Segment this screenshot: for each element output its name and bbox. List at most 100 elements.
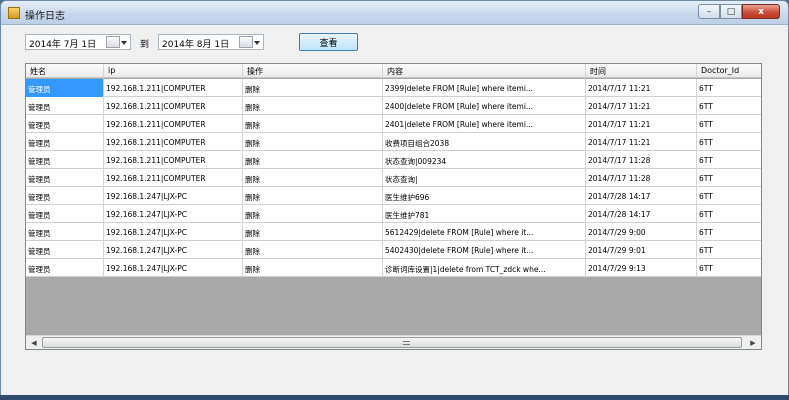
cell-content[interactable]: 收费项目组合2038 [383, 133, 586, 151]
cell-time[interactable]: 2014/7/29 9:13 [586, 259, 697, 277]
cell-ip[interactable]: 192.168.1.211|COMPUTER [104, 79, 243, 97]
cell-name[interactable]: 管理员 [26, 223, 104, 241]
cell-time[interactable]: 2014/7/17 11:28 [586, 151, 697, 169]
calendar-icon[interactable] [239, 36, 253, 48]
cell-ip[interactable]: 192.168.1.247|LJX-PC [104, 205, 243, 223]
title-bar[interactable]: 操作日志 – □ x [1, 1, 788, 25]
cell-doctor-id[interactable]: 6TT [697, 241, 761, 259]
cell-content[interactable]: 状态查询| [383, 169, 586, 187]
table-row[interactable]: 管理员 192.168.1.247|LJX-PC 删除 5402430|dele… [26, 241, 761, 259]
start-date-picker[interactable]: 2014年 7月 1日 [25, 34, 131, 50]
cell-content[interactable]: 诊断词库设置|1|delete from TCT_zdck whe... [383, 259, 586, 277]
cell-name[interactable]: 管理员 [26, 241, 104, 259]
cell-doctor-id[interactable]: 6TT [697, 133, 761, 151]
cell-doctor-id[interactable]: 6TT [697, 79, 761, 97]
cell-operation[interactable]: 删除 [243, 151, 383, 169]
scroll-left-icon[interactable]: ◀ [27, 336, 41, 349]
table-row[interactable]: 管理员 192.168.1.247|LJX-PC 删除 5612429|dele… [26, 223, 761, 241]
column-header-operation[interactable]: 操作 [243, 64, 383, 78]
cell-operation[interactable]: 删除 [243, 169, 383, 187]
cell-content[interactable]: 2400|delete FROM [Rule] where itemi... [383, 97, 586, 115]
cell-name[interactable]: 管理员 [26, 151, 104, 169]
table-row[interactable]: 管理员 192.168.1.247|LJX-PC 删除 诊断词库设置|1|del… [26, 259, 761, 277]
cell-ip[interactable]: 192.168.1.247|LJX-PC [104, 241, 243, 259]
cell-operation[interactable]: 删除 [243, 187, 383, 205]
cell-ip[interactable]: 192.168.1.247|LJX-PC [104, 187, 243, 205]
minimize-button[interactable]: – [698, 4, 720, 19]
column-header-name[interactable]: 姓名 [26, 64, 104, 78]
query-button[interactable]: 查看 [299, 33, 358, 51]
table-row[interactable]: 管理员 192.168.1.211|COMPUTER 删除 2401|delet… [26, 115, 761, 133]
cell-name[interactable]: 管理员 [26, 115, 104, 133]
table-row[interactable]: 管理员 192.168.1.211|COMPUTER 删除 收费项目组合2038… [26, 133, 761, 151]
chevron-down-icon[interactable] [254, 41, 260, 45]
cell-time[interactable]: 2014/7/28 14:17 [586, 187, 697, 205]
cell-name[interactable]: 管理员 [26, 169, 104, 187]
table-row[interactable]: 管理员 192.168.1.211|COMPUTER 删除 2400|delet… [26, 97, 761, 115]
chevron-down-icon[interactable] [121, 41, 127, 45]
cell-operation[interactable]: 删除 [243, 205, 383, 223]
cell-ip[interactable]: 192.168.1.211|COMPUTER [104, 151, 243, 169]
cell-ip[interactable]: 192.168.1.211|COMPUTER [104, 115, 243, 133]
cell-doctor-id[interactable]: 6TT [697, 223, 761, 241]
cell-ip[interactable]: 192.168.1.247|LJX-PC [104, 223, 243, 241]
cell-ip[interactable]: 192.168.1.247|LJX-PC [104, 259, 243, 277]
cell-operation[interactable]: 删除 [243, 97, 383, 115]
cell-name[interactable]: 管理员 [26, 133, 104, 151]
cell-operation[interactable]: 删除 [243, 241, 383, 259]
calendar-icon[interactable] [106, 36, 120, 48]
column-header-content[interactable]: 内容 [383, 64, 586, 78]
table-row[interactable]: 管理员 192.168.1.247|LJX-PC 删除 医生维护696 2014… [26, 187, 761, 205]
column-header-ip[interactable]: ip [104, 64, 243, 78]
cell-ip[interactable]: 192.168.1.211|COMPUTER [104, 133, 243, 151]
operation-log-window: 操作日志 – □ x 2014年 7月 1日 到 2014年 8月 1日 查看 … [0, 0, 789, 400]
cell-time[interactable]: 2014/7/28 14:17 [586, 205, 697, 223]
cell-content[interactable]: 5402430|delete FROM [Rule] where it... [383, 241, 586, 259]
cell-doctor-id[interactable]: 6TT [697, 151, 761, 169]
cell-doctor-id[interactable]: 6TT [697, 169, 761, 187]
table-row[interactable]: 管理员 192.168.1.211|COMPUTER 删除 2399|delet… [26, 79, 761, 97]
cell-time[interactable]: 2014/7/29 9:01 [586, 241, 697, 259]
cell-content[interactable]: 5612429|delete FROM [Rule] where it... [383, 223, 586, 241]
cell-operation[interactable]: 删除 [243, 115, 383, 133]
cell-content[interactable]: 状态查询|009234 [383, 151, 586, 169]
column-header-time[interactable]: 时间 [586, 64, 697, 78]
cell-content[interactable]: 医生维护781 [383, 205, 586, 223]
cell-time[interactable]: 2014/7/17 11:28 [586, 169, 697, 187]
scrollbar-thumb[interactable] [42, 337, 742, 348]
cell-time[interactable]: 2014/7/17 11:21 [586, 133, 697, 151]
table-row[interactable]: 管理员 192.168.1.211|COMPUTER 删除 状态查询| 2014… [26, 169, 761, 187]
cell-ip[interactable]: 192.168.1.211|COMPUTER [104, 97, 243, 115]
table-row[interactable]: 管理员 192.168.1.247|LJX-PC 删除 医生维护781 2014… [26, 205, 761, 223]
cell-time[interactable]: 2014/7/17 11:21 [586, 115, 697, 133]
cell-doctor-id[interactable]: 6TT [697, 187, 761, 205]
cell-name[interactable]: 管理员 [26, 259, 104, 277]
cell-content[interactable]: 2399|delete FROM [Rule] where itemi... [383, 79, 586, 97]
cell-doctor-id[interactable]: 6TT [697, 205, 761, 223]
cell-operation[interactable]: 删除 [243, 223, 383, 241]
column-header-doctor-id[interactable]: Doctor_Id [697, 64, 761, 78]
table-row[interactable]: 管理员 192.168.1.211|COMPUTER 删除 状态查询|00923… [26, 151, 761, 169]
cell-content[interactable]: 2401|delete FROM [Rule] where itemi... [383, 115, 586, 133]
cell-time[interactable]: 2014/7/29 9:00 [586, 223, 697, 241]
cell-name[interactable]: 管理员 [26, 187, 104, 205]
cell-ip[interactable]: 192.168.1.211|COMPUTER [104, 169, 243, 187]
cell-operation[interactable]: 删除 [243, 79, 383, 97]
cell-operation[interactable]: 删除 [243, 259, 383, 277]
cell-name[interactable]: 管理员 [26, 97, 104, 115]
cell-content[interactable]: 医生维护696 [383, 187, 586, 205]
cell-doctor-id[interactable]: 6TT [697, 259, 761, 277]
maximize-button[interactable]: □ [720, 4, 742, 19]
cell-name[interactable]: 管理员 [26, 79, 104, 97]
cell-doctor-id[interactable]: 6TT [697, 115, 761, 133]
scroll-right-icon[interactable]: ▶ [746, 336, 760, 349]
horizontal-scrollbar[interactable]: ◀ ▶ [26, 335, 761, 349]
end-date-picker[interactable]: 2014年 8月 1日 [158, 34, 264, 50]
cell-time[interactable]: 2014/7/17 11:21 [586, 97, 697, 115]
log-data-grid[interactable]: 姓名 ip 操作 内容 时间 Doctor_Id 管理员 192.168.1.2… [25, 63, 762, 350]
cell-doctor-id[interactable]: 6TT [697, 97, 761, 115]
cell-operation[interactable]: 删除 [243, 133, 383, 151]
cell-time[interactable]: 2014/7/17 11:21 [586, 79, 697, 97]
close-button[interactable]: x [742, 4, 780, 19]
cell-name[interactable]: 管理员 [26, 205, 104, 223]
